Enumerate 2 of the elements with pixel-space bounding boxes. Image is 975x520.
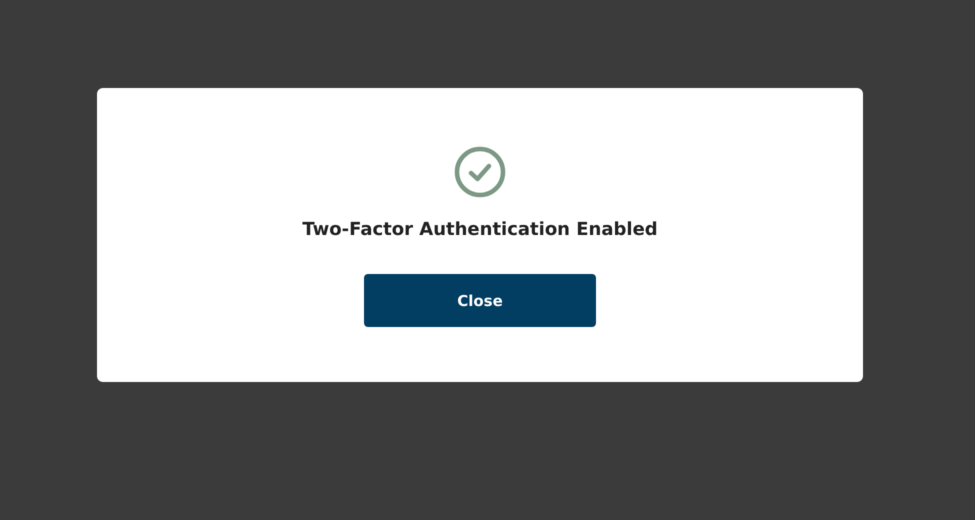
dialog-title: Two-Factor Authentication Enabled: [302, 219, 658, 240]
close-button[interactable]: Close: [364, 274, 596, 327]
